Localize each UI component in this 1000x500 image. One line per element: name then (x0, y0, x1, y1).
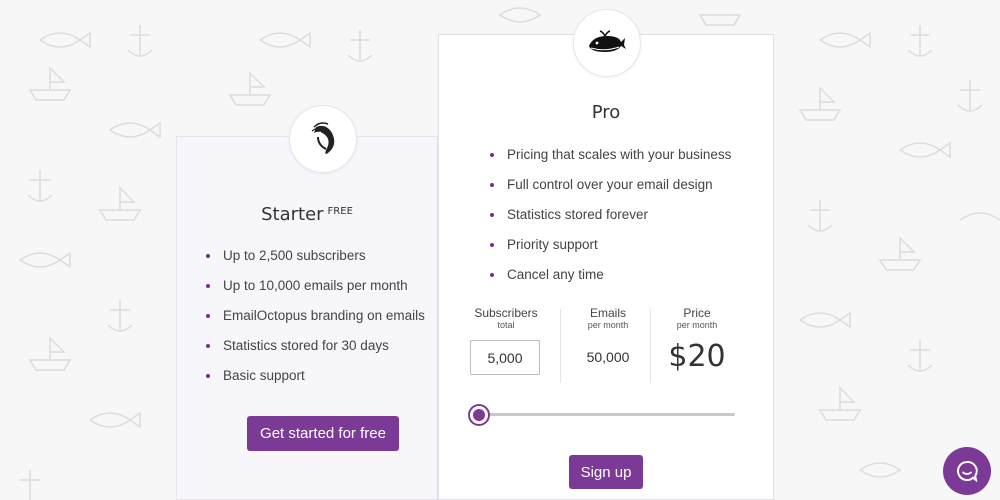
price-value: $20 (668, 339, 726, 374)
subscribers-column: Subscribers total (465, 307, 547, 331)
calc-divider (560, 309, 561, 383)
whale-icon (589, 30, 626, 52)
chat-widget-button[interactable] (943, 447, 991, 495)
emails-sublabel: per month (587, 320, 629, 330)
feature-item: Full control over your email design (490, 176, 731, 206)
starter-title-text: Starter (261, 204, 324, 225)
shrimp-icon (311, 122, 335, 154)
starter-title: Starter FREE (177, 204, 437, 225)
subscribers-slider-thumb[interactable] (470, 406, 488, 424)
pro-emblem (573, 9, 641, 77)
feature-item: Basic support (206, 367, 425, 397)
feature-item: Up to 10,000 emails per month (206, 277, 425, 307)
pro-feature-list: Pricing that scales with your business F… (490, 146, 731, 296)
feature-item: Up to 2,500 subscribers (206, 247, 425, 277)
chat-bubble-icon (957, 460, 978, 482)
subscribers-input[interactable] (470, 340, 540, 375)
feature-item: Statistics stored for 30 days (206, 337, 425, 367)
subscribers-label: Subscribers (474, 306, 538, 320)
subscribers-slider-track[interactable] (479, 413, 735, 416)
emails-label: Emails (589, 306, 626, 320)
feature-item: EmailOctopus branding on emails (206, 307, 425, 337)
starter-emblem (289, 105, 357, 173)
price-sublabel: per month (676, 320, 718, 330)
feature-item: Cancel any time (490, 266, 731, 296)
free-badge: FREE (327, 206, 353, 217)
starter-feature-list: Up to 2,500 subscribers Up to 10,000 ema… (206, 247, 425, 397)
pro-title: Pro (591, 102, 621, 123)
price-column: Price per month (661, 307, 733, 331)
calc-divider (650, 309, 651, 383)
emails-column: Emails per month (573, 307, 643, 331)
feature-item: Statistics stored forever (490, 206, 731, 236)
pro-plan-card: Pro Pricing that scales with your busine… (438, 9, 774, 500)
emails-value: 50,000 (586, 349, 630, 365)
starter-plan-card: Starter FREE Up to 2,500 subscribers Up t… (176, 105, 438, 500)
sign-up-button[interactable]: Sign up (569, 455, 643, 489)
feature-item: Priority support (490, 236, 731, 266)
get-started-free-button[interactable]: Get started for free (247, 416, 399, 451)
price-label: Price (683, 306, 711, 320)
feature-item: Pricing that scales with your business (490, 146, 731, 176)
subscribers-sublabel: total (497, 320, 515, 330)
